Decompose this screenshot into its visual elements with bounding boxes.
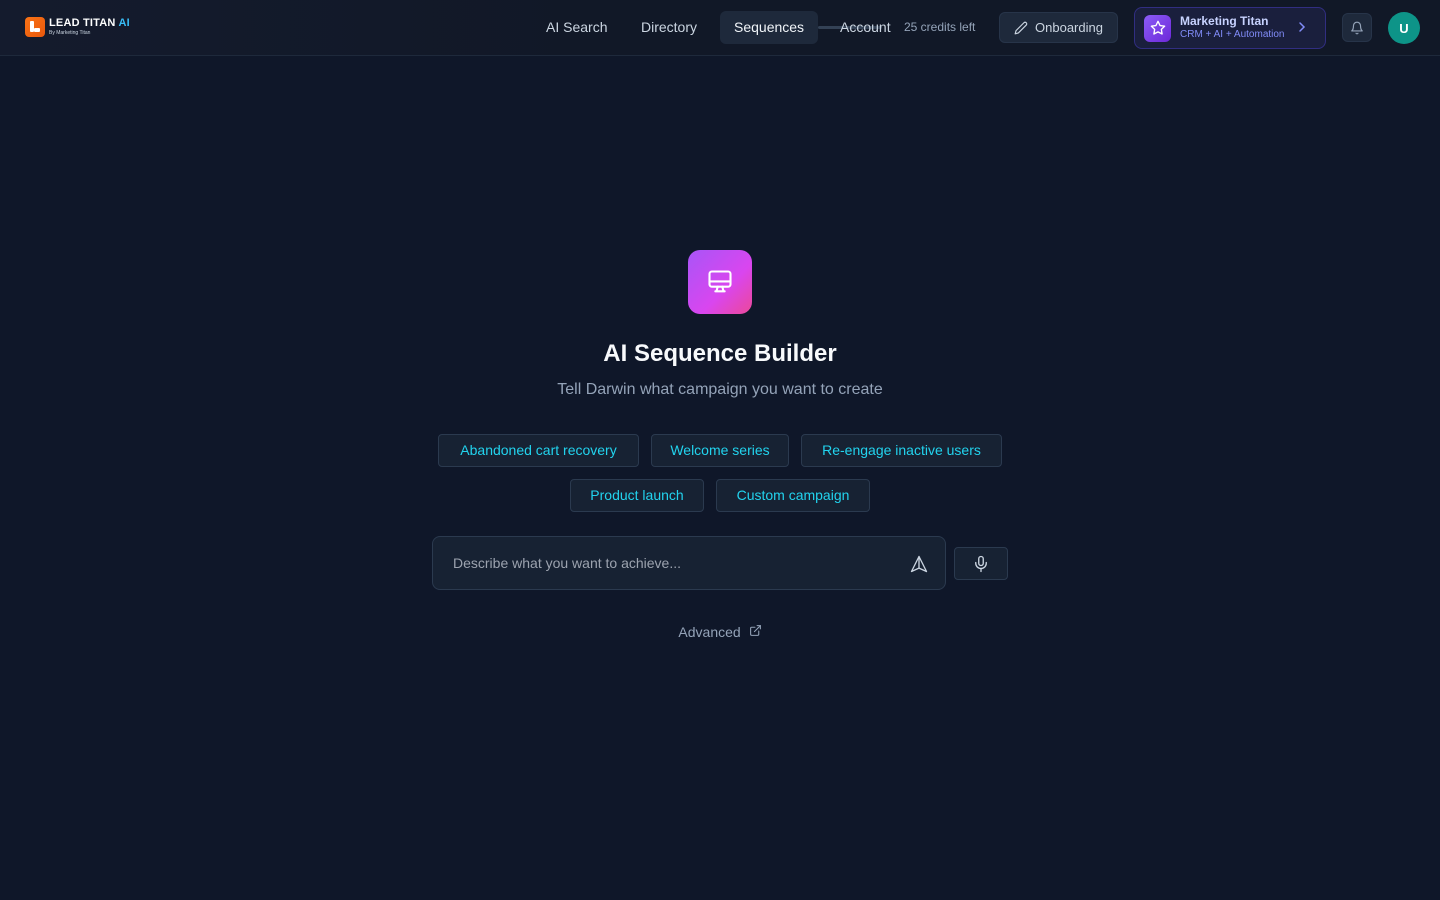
microphone-icon xyxy=(975,555,987,572)
bell-icon xyxy=(1351,21,1363,34)
credits-remaining: 25 credits left xyxy=(904,20,976,34)
marketing-titan-promo[interactable]: Marketing Titan CRM + AI + Automation xyxy=(1134,7,1326,49)
page-title: AI Sequence Builder xyxy=(603,340,837,367)
suggestion-product-launch[interactable]: Product launch xyxy=(570,479,704,512)
logo-mark-icon xyxy=(25,17,45,37)
user-avatar[interactable]: U xyxy=(1388,12,1420,44)
logo-byline: By Marketing Titan xyxy=(49,30,91,36)
promo-title: Marketing Titan xyxy=(1180,14,1269,29)
suggestion-abandoned-cart-recovery[interactable]: Abandoned cart recovery xyxy=(438,434,639,467)
nav-ai-search[interactable]: AI Search xyxy=(532,11,621,44)
nav-account[interactable]: Account xyxy=(826,11,905,44)
onboarding-button[interactable]: Onboarding xyxy=(999,12,1118,43)
top-navigation-bar: LEAD TITAN AI By Marketing Titan AI Sear… xyxy=(0,0,1440,56)
star-icon xyxy=(1144,14,1171,42)
advanced-link[interactable]: Advanced xyxy=(0,623,1440,640)
pencil-icon xyxy=(1014,21,1028,34)
nav-directory[interactable]: Directory xyxy=(627,11,711,44)
send-icon[interactable] xyxy=(909,554,929,579)
lead-titan-logo[interactable]: LEAD TITAN AI By Marketing Titan xyxy=(25,16,130,38)
suggestion-re-engage-inactive-users[interactable]: Re-engage inactive users xyxy=(801,434,1002,467)
advanced-label: Advanced xyxy=(678,624,741,641)
microphone-button[interactable] xyxy=(954,547,1008,580)
chevron-right-icon xyxy=(1297,21,1307,36)
promo-subtitle: CRM + AI + Automation xyxy=(1180,29,1285,41)
nav-sequences[interactable]: Sequences xyxy=(720,11,819,44)
notifications-button[interactable] xyxy=(1342,13,1372,42)
logo-wordmark: LEAD TITAN AI xyxy=(49,17,130,29)
suggestion-custom-campaign[interactable]: Custom campaign xyxy=(716,479,870,512)
suggestion-welcome-series[interactable]: Welcome series xyxy=(651,434,789,467)
external-link-icon xyxy=(749,624,762,640)
onboarding-label: Onboarding xyxy=(1035,20,1103,35)
page-subtitle: Tell Darwin what campaign you want to cr… xyxy=(557,381,883,398)
monitor-icon xyxy=(688,250,752,314)
prompt-input[interactable] xyxy=(453,537,893,589)
prompt-box xyxy=(432,536,946,590)
